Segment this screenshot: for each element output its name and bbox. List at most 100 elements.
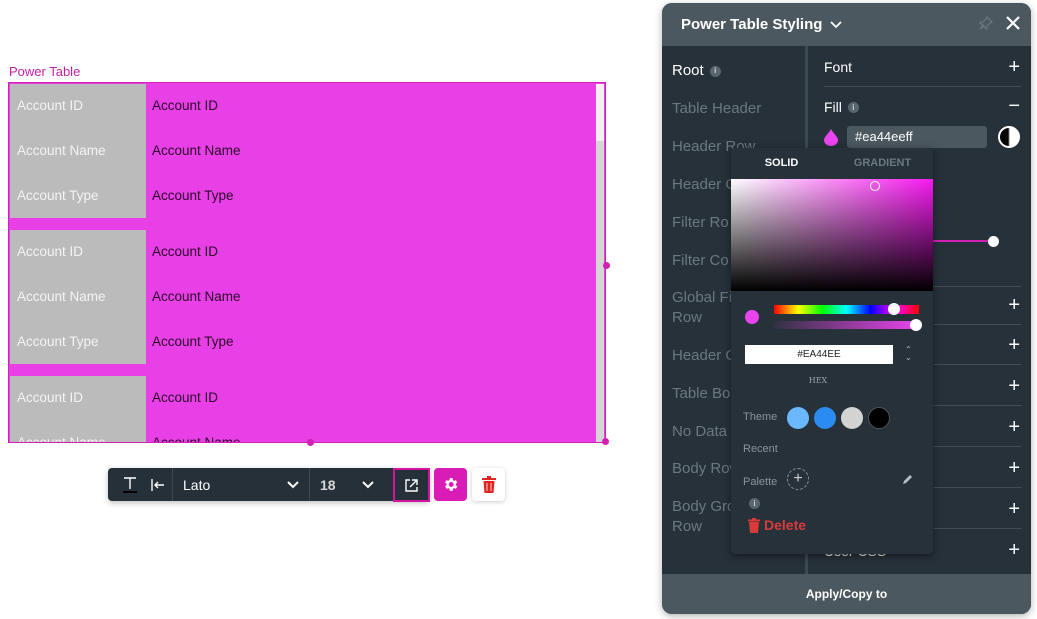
info-icon[interactable]: i [709, 65, 721, 77]
section-font[interactable]: Font + [824, 48, 1022, 87]
opacity-slider-handle[interactable] [988, 236, 999, 247]
chevron-down-icon [287, 480, 299, 488]
info-icon[interactable]: i [847, 102, 859, 114]
plus-icon[interactable]: + [1008, 334, 1022, 357]
row-value: Account ID [152, 390, 219, 405]
minus-icon[interactable]: − [1008, 95, 1022, 118]
row-key: Account Name [17, 435, 106, 443]
pin-icon[interactable] [979, 16, 993, 33]
nav-label: Root [672, 62, 704, 79]
chevron-down-icon[interactable] [830, 20, 843, 29]
hue-slider-handle[interactable] [888, 303, 900, 315]
nav-label: Row [672, 309, 703, 326]
panel-header[interactable]: Power Table Styling [662, 3, 1031, 46]
row-value: Account Name [152, 289, 241, 304]
row-key: Account ID [17, 98, 84, 113]
plus-icon[interactable]: + [1008, 539, 1022, 562]
row-key: Account Name [17, 289, 106, 304]
theme-color-swatch[interactable] [814, 407, 836, 429]
table-row[interactable]: Account Name Account Name [9, 128, 599, 173]
delete-color-button[interactable]: Delete [748, 517, 806, 533]
font-family-value: Lato [183, 476, 211, 493]
section-fill[interactable]: Fill i − [824, 87, 1022, 126]
recent-label: Recent [743, 443, 778, 455]
nav-label: Global Fi [672, 289, 733, 306]
plus-icon[interactable]: + [1008, 457, 1022, 480]
table-row[interactable]: Account Type Account Type [9, 173, 599, 218]
table-row[interactable]: Account ID Account ID [9, 375, 599, 420]
section-label: Font [824, 59, 853, 75]
opacity-slider-track[interactable] [932, 240, 994, 242]
color-drop-icon[interactable] [824, 128, 838, 146]
theme-color-swatch[interactable] [787, 407, 809, 429]
plus-icon[interactable]: + [1008, 294, 1022, 317]
delete-label: Delete [764, 517, 807, 533]
row-value: Account Name [152, 143, 241, 158]
font-family-select[interactable]: Lato [173, 468, 309, 501]
close-icon[interactable] [1005, 11, 1021, 37]
power-table-label: Power Table [9, 64, 81, 79]
plus-icon[interactable]: + [1008, 56, 1022, 79]
info-icon[interactable]: i [749, 495, 760, 513]
format-toggle-icon[interactable]: ⌃ ⌄ [905, 346, 912, 362]
section-label: Fill [824, 98, 842, 115]
nav-item-table-header[interactable]: Table Header [672, 99, 802, 119]
nav-item-root[interactable]: Root i [672, 61, 802, 81]
nav-label: Body Gro [672, 498, 736, 515]
row-value: Account Name [152, 435, 241, 443]
theme-color-swatch[interactable] [868, 407, 890, 429]
table-row[interactable]: Account ID Account ID [9, 83, 599, 128]
theme-label: Theme [743, 411, 778, 423]
tab-gradient[interactable]: GRADIENT [832, 157, 933, 169]
align-left-arrow-icon[interactable] [144, 468, 172, 501]
scrollbar-thumb[interactable] [596, 84, 604, 141]
table-row[interactable]: Account Type Account Type [9, 319, 599, 364]
panel-title: Power Table Styling [681, 16, 823, 33]
font-size-select[interactable]: 18 [310, 468, 384, 501]
text-underline-icon[interactable] [116, 468, 144, 501]
plus-icon[interactable]: + [1008, 416, 1022, 439]
plus-icon[interactable]: + [1008, 375, 1022, 398]
delete-element-button[interactable] [472, 468, 505, 501]
gear-icon [445, 478, 458, 491]
alpha-slider-handle[interactable] [910, 319, 922, 331]
hex-input[interactable]: #EA44EE [745, 345, 893, 364]
font-size-value: 18 [320, 476, 336, 493]
contrast-icon[interactable] [998, 126, 1020, 148]
trash-icon [748, 517, 760, 533]
add-palette-color-button[interactable]: + [787, 468, 809, 490]
alpha-slider[interactable] [774, 321, 919, 329]
power-table[interactable]: Account ID Account ID Account Name Accou… [8, 82, 606, 443]
fill-color-input[interactable]: #ea44eeff [847, 126, 987, 148]
resize-handle-bottom[interactable] [307, 439, 314, 446]
trash-icon [481, 476, 496, 493]
chevron-down-icon [362, 480, 374, 488]
tab-solid[interactable]: SOLID [731, 157, 832, 169]
open-external-button[interactable] [393, 468, 430, 502]
table-row[interactable]: Account Name Account Name [9, 274, 599, 319]
element-toolbar: Lato 18 [108, 468, 430, 501]
saturation-value-area[interactable] [731, 179, 933, 291]
settings-button[interactable] [434, 468, 467, 501]
row-value: Account ID [152, 98, 219, 113]
row-key: Account Type [17, 188, 99, 203]
saturation-cursor[interactable] [870, 181, 880, 191]
hex-label: HEX [808, 376, 828, 385]
row-key: Account ID [17, 390, 84, 405]
resize-handle-corner[interactable] [602, 438, 609, 445]
row-key: Account Type [17, 334, 99, 349]
palette-label: Palette [743, 476, 778, 488]
picker-tabs: SOLID GRADIENT [731, 157, 933, 169]
table-row[interactable]: Account ID Account ID [9, 229, 599, 274]
row-key: Account Name [17, 143, 106, 158]
table-row[interactable]: Account Name Account Name [9, 420, 599, 443]
apply-copy-button[interactable]: Apply/Copy to [662, 574, 1031, 614]
row-value: Account Type [152, 334, 234, 349]
pencil-icon[interactable] [902, 474, 913, 488]
resize-handle-right[interactable] [603, 262, 610, 269]
row-value: Account Type [152, 188, 234, 203]
plus-icon[interactable]: + [1008, 498, 1022, 521]
theme-color-swatch[interactable] [841, 407, 863, 429]
row-key: Account ID [17, 244, 84, 259]
row-value: Account ID [152, 244, 219, 259]
